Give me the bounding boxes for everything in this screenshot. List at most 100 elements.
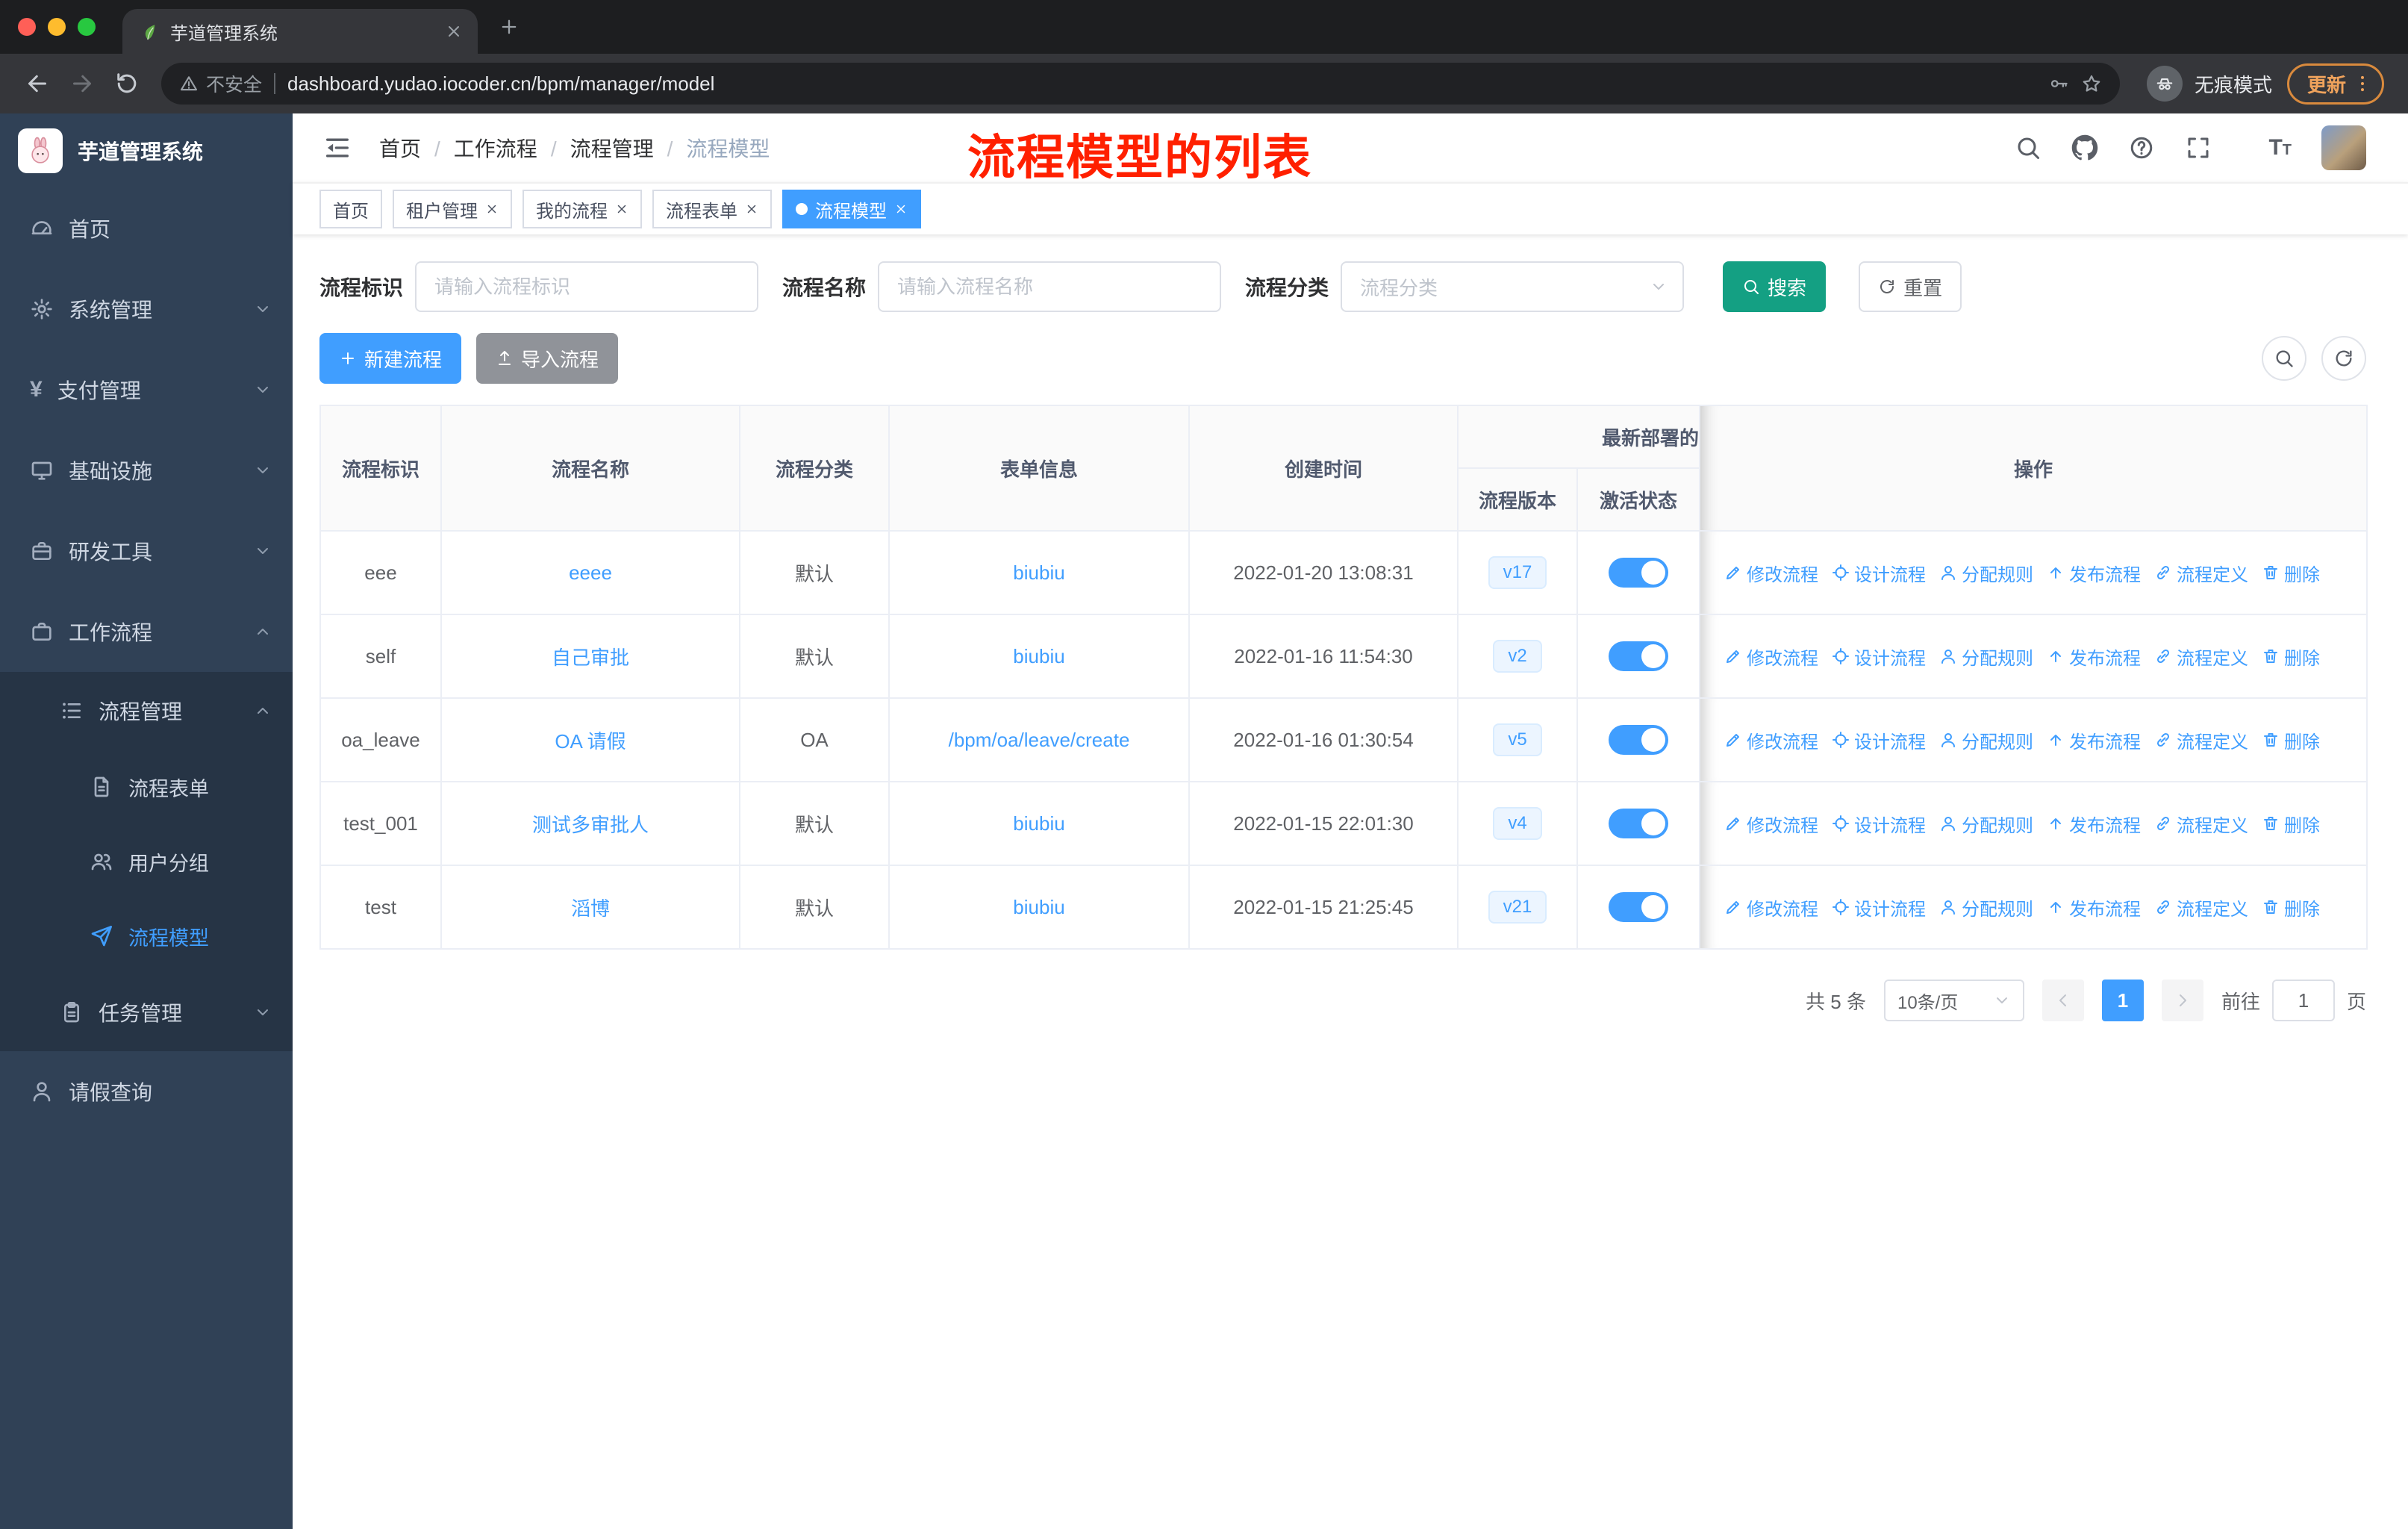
tab-close-icon[interactable] bbox=[445, 22, 463, 40]
process-category-select[interactable]: 流程分类 bbox=[1341, 261, 1685, 312]
form-info-link[interactable]: biubiu bbox=[1013, 896, 1064, 918]
sidebar-item-devtools[interactable]: 研发工具 bbox=[0, 511, 293, 591]
action-design-process[interactable]: 设计流程 bbox=[1832, 811, 1926, 837]
create-process-button[interactable]: 新建流程 bbox=[319, 333, 462, 384]
active-toggle[interactable] bbox=[1609, 809, 1668, 838]
sidebar-item-system[interactable]: 系统管理 bbox=[0, 269, 293, 349]
close-icon[interactable] bbox=[485, 202, 499, 216]
sidebar-item-infrastructure[interactable]: 基础设施 bbox=[0, 430, 293, 511]
action-publish-process[interactable]: 发布流程 bbox=[2047, 811, 2141, 837]
process-name-link[interactable]: 测试多审批人 bbox=[532, 814, 649, 836]
action-design-process[interactable]: 设计流程 bbox=[1832, 560, 1926, 586]
action-delete[interactable]: 删除 bbox=[2262, 727, 2320, 753]
tag-process-form[interactable]: 流程表单 bbox=[652, 190, 772, 228]
forward-button[interactable] bbox=[60, 61, 105, 106]
process-name-link[interactable]: eeee bbox=[569, 561, 612, 584]
tag-process-model[interactable]: 流程模型 bbox=[782, 190, 921, 228]
close-window-button[interactable] bbox=[18, 18, 36, 36]
process-name-link[interactable]: 自己审批 bbox=[552, 647, 629, 669]
import-process-button[interactable]: 导入流程 bbox=[476, 333, 619, 384]
active-toggle[interactable] bbox=[1609, 558, 1668, 588]
close-icon[interactable] bbox=[894, 202, 908, 216]
security-label[interactable]: 不安全 bbox=[206, 70, 262, 97]
action-modify-process[interactable]: 修改流程 bbox=[1724, 811, 1818, 837]
form-info-link[interactable]: biubiu bbox=[1013, 645, 1064, 667]
password-key-icon[interactable] bbox=[2048, 73, 2069, 94]
search-button[interactable]: 搜索 bbox=[1723, 261, 1827, 312]
tag-home[interactable]: 首页 bbox=[319, 190, 382, 228]
browser-update-button[interactable]: 更新 bbox=[2286, 63, 2384, 105]
breadcrumb-process-management[interactable]: 流程管理 bbox=[537, 133, 654, 163]
menu-dots-icon[interactable] bbox=[2352, 73, 2373, 94]
sidebar-item-leave-query[interactable]: 请假查询 bbox=[0, 1051, 293, 1132]
sidebar-item-process-model[interactable]: 流程模型 bbox=[0, 899, 293, 974]
address-bar[interactable]: 不安全 dashboard.yudao.iocoder.cn/bpm/manag… bbox=[161, 63, 2120, 105]
sidebar-fold-icon[interactable] bbox=[316, 127, 358, 169]
fullscreen-icon[interactable] bbox=[2185, 134, 2212, 161]
action-process-definition[interactable]: 流程定义 bbox=[2154, 894, 2248, 921]
action-modify-process[interactable]: 修改流程 bbox=[1724, 644, 1818, 670]
header-search-icon[interactable] bbox=[2015, 134, 2042, 161]
action-assign-rules[interactable]: 分配规则 bbox=[1939, 560, 2033, 586]
action-modify-process[interactable]: 修改流程 bbox=[1724, 727, 1818, 753]
action-delete[interactable]: 删除 bbox=[2262, 894, 2320, 921]
sidebar-item-user-group[interactable]: 用户分组 bbox=[0, 824, 293, 899]
new-tab-button[interactable] bbox=[487, 4, 531, 49]
reset-button[interactable]: 重置 bbox=[1859, 261, 1962, 312]
minimize-window-button[interactable] bbox=[48, 18, 66, 36]
active-toggle[interactable] bbox=[1609, 641, 1668, 671]
action-process-definition[interactable]: 流程定义 bbox=[2154, 811, 2248, 837]
action-publish-process[interactable]: 发布流程 bbox=[2047, 644, 2141, 670]
active-toggle[interactable] bbox=[1609, 725, 1668, 755]
maximize-window-button[interactable] bbox=[78, 18, 96, 36]
action-design-process[interactable]: 设计流程 bbox=[1832, 644, 1926, 670]
sidebar-item-process-management[interactable]: 流程管理 bbox=[0, 672, 293, 750]
action-publish-process[interactable]: 发布流程 bbox=[2047, 894, 2141, 921]
font-size-icon[interactable]: TT bbox=[2242, 134, 2292, 161]
sidebar-item-task-management[interactable]: 任务管理 bbox=[0, 974, 293, 1051]
sidebar-item-workflow[interactable]: 工作流程 bbox=[0, 591, 293, 672]
next-page-button[interactable] bbox=[2161, 980, 2203, 1021]
action-delete[interactable]: 删除 bbox=[2262, 560, 2320, 586]
action-process-definition[interactable]: 流程定义 bbox=[2154, 560, 2248, 586]
help-icon[interactable] bbox=[2128, 134, 2155, 161]
action-assign-rules[interactable]: 分配规则 bbox=[1939, 811, 2033, 837]
action-publish-process[interactable]: 发布流程 bbox=[2047, 727, 2141, 753]
action-design-process[interactable]: 设计流程 bbox=[1832, 727, 1926, 753]
bookmark-star-icon[interactable] bbox=[2081, 73, 2102, 94]
current-page-button[interactable]: 1 bbox=[2101, 980, 2144, 1021]
action-assign-rules[interactable]: 分配规则 bbox=[1939, 644, 2033, 670]
action-publish-process[interactable]: 发布流程 bbox=[2047, 560, 2141, 586]
user-avatar[interactable] bbox=[2321, 125, 2366, 170]
close-icon[interactable] bbox=[745, 202, 758, 216]
breadcrumb-workflow[interactable]: 工作流程 bbox=[421, 133, 537, 163]
tag-tenant-management[interactable]: 租户管理 bbox=[393, 190, 512, 228]
refresh-table-button[interactable] bbox=[2321, 336, 2366, 381]
action-design-process[interactable]: 设计流程 bbox=[1832, 894, 1926, 921]
sidebar-item-process-form[interactable]: 流程表单 bbox=[0, 750, 293, 824]
reload-button[interactable] bbox=[105, 61, 149, 106]
process-name-link[interactable]: OA 请假 bbox=[555, 730, 626, 753]
action-process-definition[interactable]: 流程定义 bbox=[2154, 727, 2248, 753]
action-delete[interactable]: 删除 bbox=[2262, 811, 2320, 837]
toggle-search-button[interactable] bbox=[2262, 336, 2306, 381]
sidebar-item-payment[interactable]: ¥ 支付管理 bbox=[0, 349, 293, 430]
breadcrumb-home[interactable]: 首页 bbox=[379, 133, 421, 163]
page-url[interactable]: dashboard.yudao.iocoder.cn/bpm/manager/m… bbox=[287, 72, 714, 96]
goto-page-input[interactable] bbox=[2271, 980, 2335, 1021]
action-assign-rules[interactable]: 分配规则 bbox=[1939, 727, 2033, 753]
browser-tab[interactable]: 芋道管理系统 bbox=[122, 9, 478, 54]
action-modify-process[interactable]: 修改流程 bbox=[1724, 560, 1818, 586]
action-modify-process[interactable]: 修改流程 bbox=[1724, 894, 1818, 921]
sidebar-item-home[interactable]: 首页 bbox=[0, 188, 293, 269]
active-toggle[interactable] bbox=[1609, 892, 1668, 922]
tag-my-process[interactable]: 我的流程 bbox=[523, 190, 642, 228]
action-process-definition[interactable]: 流程定义 bbox=[2154, 644, 2248, 670]
form-info-link[interactable]: /bpm/oa/leave/create bbox=[949, 729, 1130, 751]
process-name-input[interactable] bbox=[878, 261, 1222, 312]
action-delete[interactable]: 删除 bbox=[2262, 644, 2320, 670]
form-info-link[interactable]: biubiu bbox=[1013, 812, 1064, 835]
process-id-input[interactable] bbox=[415, 261, 759, 312]
prev-page-button[interactable] bbox=[2042, 980, 2084, 1021]
back-button[interactable] bbox=[15, 61, 60, 106]
